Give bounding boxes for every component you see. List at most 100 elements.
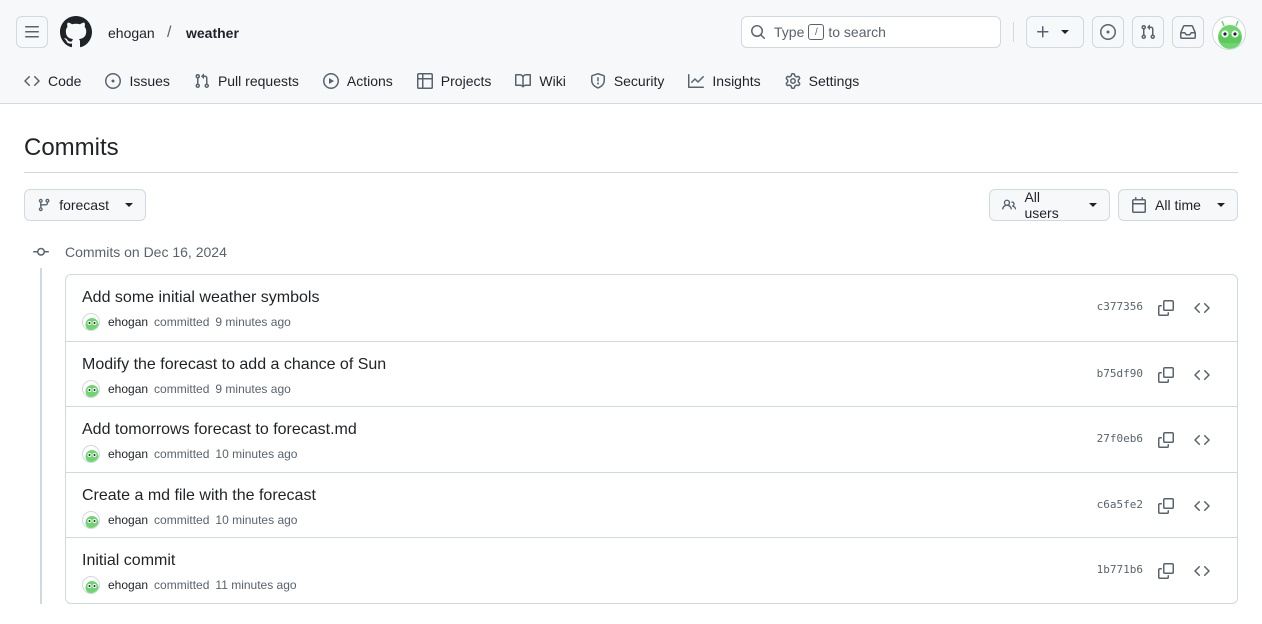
code-icon (1194, 435, 1210, 446)
users-filter-label: All users (1024, 189, 1059, 221)
repo-tabs: Code Issues Pull requests Actions Projec… (16, 64, 875, 98)
commit-author-link[interactable]: ehogan (108, 577, 148, 593)
tab-security[interactable]: Security (582, 64, 673, 98)
commit-row: Add some initial weather symbols ehogan … (66, 275, 1237, 341)
commit-row: Initial commit ehogan committed 11 minut… (66, 537, 1237, 603)
code-icon (1194, 566, 1210, 577)
commit-time: 10 minutes ago (215, 447, 298, 462)
pull-requests-button[interactable] (1132, 16, 1164, 48)
commit-message-link[interactable]: Create a md file with the forecast (82, 486, 316, 506)
copy-icon (1158, 432, 1174, 449)
tab-label: Pull requests (217, 73, 299, 89)
copy-sha-button[interactable] (1152, 557, 1180, 585)
browse-repo-button[interactable] (1188, 361, 1216, 389)
commit-sha-link[interactable]: 27f0eb6 (1097, 432, 1143, 445)
tab-code[interactable]: Code (16, 64, 89, 98)
copy-sha-button[interactable] (1152, 426, 1180, 454)
tab-actions[interactable]: Actions (315, 64, 401, 98)
tab-projects[interactable]: Projects (409, 64, 500, 98)
commit-author-link[interactable]: ehogan (108, 381, 148, 397)
browse-repo-button[interactable] (1188, 426, 1216, 454)
commit-timeline-line (40, 268, 42, 604)
commit-time: 9 minutes ago (215, 315, 291, 329)
tab-pull-requests[interactable]: Pull requests (186, 64, 307, 98)
hamburger-icon (25, 26, 39, 38)
search-prefix-text: Type (774, 24, 805, 40)
search-input[interactable]: Type / to search (741, 16, 1001, 48)
tab-wiki[interactable]: Wiki (507, 64, 573, 98)
commit-meta: ehogan committed 10 minutes ago (82, 445, 298, 464)
commit-verb: committed (154, 512, 210, 527)
copy-sha-button[interactable] (1152, 294, 1180, 322)
code-icon (1194, 500, 1210, 511)
commit-sha-link[interactable]: b75df90 (1097, 367, 1143, 380)
commit-author-link[interactable]: ehogan (108, 314, 148, 330)
commit-verb: committed (154, 381, 210, 396)
inbox-button[interactable] (1172, 16, 1204, 48)
time-filter-label: All time (1155, 197, 1201, 213)
copy-sha-button[interactable] (1152, 492, 1180, 520)
code-icon (1194, 302, 1210, 314)
avatar[interactable] (82, 510, 100, 529)
users-filter-button[interactable]: All users (989, 189, 1110, 221)
chevron-down-icon (125, 203, 133, 207)
issues-button[interactable] (1092, 16, 1124, 48)
breadcrumb-owner[interactable]: ehogan (108, 24, 155, 42)
time-filter-button[interactable]: All time (1118, 189, 1238, 221)
tab-settings[interactable]: Settings (777, 64, 868, 98)
commit-time: 10 minutes ago (215, 512, 298, 527)
chevron-down-icon (1216, 203, 1225, 207)
search-suffix-text: to search (828, 24, 886, 40)
commit-message-link[interactable]: Add tomorrows forecast to forecast.md (82, 420, 357, 440)
commit-group-heading: Commits on Dec 16, 2024 (65, 244, 227, 260)
commit-message-link[interactable]: Initial commit (82, 551, 175, 571)
copy-icon (1158, 563, 1174, 580)
graph-icon (688, 74, 705, 88)
code-icon (1194, 369, 1210, 380)
app-header: ehogan / weather Type / to search Code I… (0, 0, 1262, 104)
browse-repo-button[interactable] (1188, 492, 1216, 520)
tab-label: Security (613, 73, 665, 89)
commit-meta: ehogan committed 9 minutes ago (82, 379, 291, 398)
title-divider (24, 172, 1238, 173)
commit-row: Add tomorrows forecast to forecast.md eh… (66, 406, 1237, 472)
github-logo-icon[interactable] (60, 16, 92, 48)
commit-sha-link[interactable]: 1b771b6 (1097, 563, 1143, 576)
menu-button[interactable] (16, 16, 48, 48)
avatar[interactable] (82, 445, 100, 464)
commit-author-link[interactable]: ehogan (108, 512, 148, 528)
avatar[interactable] (82, 576, 100, 595)
tab-insights[interactable]: Insights (680, 64, 768, 98)
breadcrumb-separator: / (167, 24, 172, 41)
inbox-icon (1180, 25, 1196, 39)
tab-label: Settings (808, 73, 860, 89)
shield-icon (590, 73, 605, 89)
commit-meta: ehogan committed 10 minutes ago (82, 510, 298, 529)
avatar[interactable] (82, 379, 100, 398)
tab-label: Insights (712, 73, 761, 89)
create-new-button[interactable] (1026, 16, 1084, 48)
commit-author-link[interactable]: ehogan (108, 446, 148, 462)
copy-sha-button[interactable] (1152, 361, 1180, 389)
issue-icon (105, 73, 122, 89)
people-icon (1002, 199, 1017, 210)
browse-repo-button[interactable] (1188, 557, 1216, 585)
pull-request-icon (195, 73, 209, 89)
breadcrumb-repo[interactable]: weather (186, 24, 239, 42)
table-icon (416, 73, 433, 89)
tab-label: Issues (129, 73, 170, 89)
pull-request-icon (1141, 24, 1156, 40)
commit-message-link[interactable]: Add some initial weather symbols (82, 288, 319, 308)
commit-message-link[interactable]: Modify the forecast to add a chance of S… (82, 355, 386, 375)
browse-repo-button[interactable] (1188, 294, 1216, 322)
tab-issues[interactable]: Issues (97, 64, 177, 98)
branch-icon (38, 198, 50, 212)
user-avatar[interactable] (1212, 16, 1246, 50)
copy-icon (1158, 300, 1174, 316)
commit-sha-link[interactable]: c377356 (1097, 300, 1143, 313)
commit-row: Create a md file with the forecast ehoga… (66, 471, 1237, 538)
commit-verb: committed (154, 578, 210, 593)
avatar[interactable] (82, 313, 100, 331)
branch-select-button[interactable]: forecast (24, 189, 146, 221)
commit-sha-link[interactable]: c6a5fe2 (1097, 498, 1143, 511)
